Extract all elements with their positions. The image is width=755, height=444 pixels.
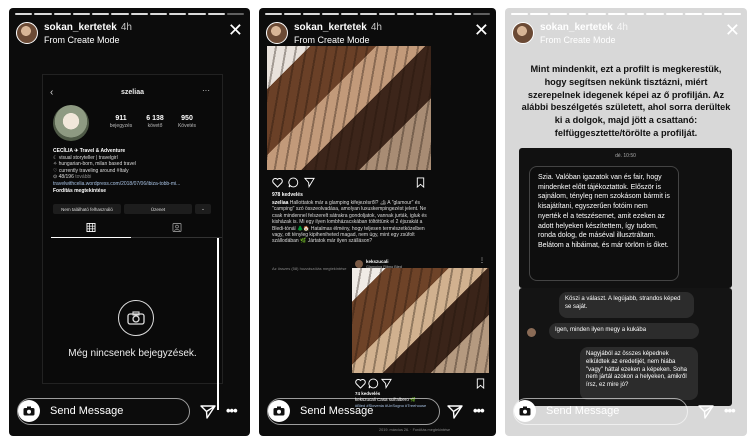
- send-icon[interactable]: [698, 404, 714, 420]
- story-footer: Send Message •••: [9, 390, 250, 436]
- more-options-icon[interactable]: •••: [724, 403, 736, 418]
- post-comments-link: Az összes (58) hozzászólás megtekintése: [272, 266, 347, 271]
- story-age: 4h: [120, 22, 132, 33]
- story-header: sokan_kertetek 4h From Create Mode ✕: [266, 20, 489, 48]
- chat-message: Szia. Valóban igazatok van és fair, hogy…: [529, 166, 679, 281]
- stat-following: 950 Követés: [177, 115, 197, 129]
- story-subtitle: From Create Mode: [44, 35, 120, 45]
- btn-message: Üzenet: [124, 204, 192, 214]
- profile-tabs: [43, 220, 222, 236]
- grid-icon: [86, 223, 96, 232]
- post-photo-treehouse: [267, 46, 431, 170]
- story-username[interactable]: sokan_kertetek 4h: [44, 22, 132, 33]
- more-options-icon[interactable]: •••: [226, 403, 238, 418]
- chat-avatar: [527, 328, 536, 337]
- profile-screenshot: ‹ szeliaa ··· 911 bejegyzés 6 138 követő 9…: [42, 74, 223, 384]
- chat-message: Köszi a választ. A legújabb, strandos ké…: [559, 292, 694, 318]
- chat-timestamp: dé. 10:50: [615, 153, 636, 159]
- story-avatar[interactable]: [512, 22, 534, 44]
- bookmark-icon: [416, 177, 425, 188]
- story-header: sokan_kertetek 4h From Create Mode ✕: [16, 20, 243, 48]
- story-subtitle: From Create Mode: [540, 35, 616, 45]
- share-icon: [304, 177, 315, 188]
- more-icon: ···: [202, 86, 210, 95]
- camera-icon[interactable]: [268, 400, 290, 422]
- chat-screenshot-2: Köszi a választ. A legújabb, strandos ké…: [519, 288, 732, 406]
- story-header: sokan_kertetek 4h From Create Mode ✕: [512, 20, 740, 48]
- close-icon[interactable]: ✕: [228, 21, 243, 39]
- story-panel-profile: sokan_kertetek 4h From Create Mode ✕ ‹ sz…: [9, 8, 250, 436]
- camera-icon: [118, 300, 154, 336]
- story-progress: [265, 13, 491, 15]
- btn-dropdown: ⌄: [195, 204, 211, 214]
- btn-not-found: Nem található felhasználó: [53, 204, 121, 214]
- send-message-label: Send Message: [300, 405, 374, 417]
- story-intro-text: Mint mindenkit, ezt a profilt is megkere…: [521, 64, 731, 138]
- bookmark-icon: [476, 378, 485, 389]
- story-avatar[interactable]: [266, 22, 288, 44]
- send-icon[interactable]: [200, 404, 216, 420]
- share-icon: [381, 378, 392, 389]
- story-progress: [15, 13, 244, 15]
- empty-posts-text: Még nincsenek bejegyzések.: [68, 348, 197, 359]
- post2-date: 2019. március 26. · Fordítás megtekintés…: [379, 428, 451, 432]
- heart-icon: [272, 177, 283, 188]
- send-icon[interactable]: [447, 404, 463, 420]
- story-subtitle: From Create Mode: [294, 35, 370, 45]
- camera-icon[interactable]: [514, 400, 536, 422]
- close-icon[interactable]: ✕: [725, 21, 740, 39]
- chat-message: Igen, minden ilyen megy a kukába: [549, 323, 699, 339]
- more-options-icon[interactable]: •••: [473, 403, 485, 418]
- send-message-label: Send Message: [50, 405, 124, 417]
- overlay-avatar: [355, 260, 363, 268]
- comment-icon: [288, 177, 299, 188]
- stat-followers: 6 138 követő: [146, 115, 164, 129]
- story-age: 4h: [616, 22, 628, 33]
- post-photo-treehouse-original: [352, 268, 489, 373]
- story-footer: Send Message 2019. március 26. · Fordítá…: [259, 390, 496, 436]
- story-username[interactable]: sokan_kertetek 4h: [294, 22, 382, 33]
- story-avatar[interactable]: [16, 22, 38, 44]
- comment-icon: [368, 378, 379, 389]
- post-caption: szeliaa Hallottatok már a glamping kifej…: [272, 200, 427, 245]
- heart-icon: [355, 378, 366, 389]
- close-icon[interactable]: ✕: [474, 21, 489, 39]
- story-panel-chat: sokan_kertetek 4h From Create Mode ✕ Mint…: [505, 8, 747, 436]
- tag-icon: [172, 223, 182, 232]
- profile-username: szeliaa: [121, 89, 144, 96]
- stat-posts: 911 bejegyzés: [109, 115, 133, 129]
- scroll-indicator: [217, 238, 219, 410]
- tab-indicator: [51, 237, 131, 238]
- story-panel-posts: sokan_kertetek 4h From Create Mode ✕ 978 …: [259, 8, 496, 436]
- chat-screenshot-1: dé. 10:50 Szia. Valóban igazatok van és …: [519, 148, 732, 288]
- profile-bio: CECÍLIA ✈ Travel & Adventure ☾ visual st…: [53, 148, 181, 194]
- story-footer: Send Message •••: [505, 390, 747, 436]
- post-likes: 978 kedvelés: [272, 192, 303, 198]
- story-age: 4h: [370, 22, 382, 33]
- profile-avatar: [53, 105, 89, 141]
- story-progress: [511, 13, 741, 15]
- overlay-more-icon: ⋮: [479, 258, 485, 264]
- send-message-label: Send Message: [546, 405, 620, 417]
- camera-icon[interactable]: [18, 400, 40, 422]
- story-username[interactable]: sokan_kertetek 4h: [540, 22, 628, 33]
